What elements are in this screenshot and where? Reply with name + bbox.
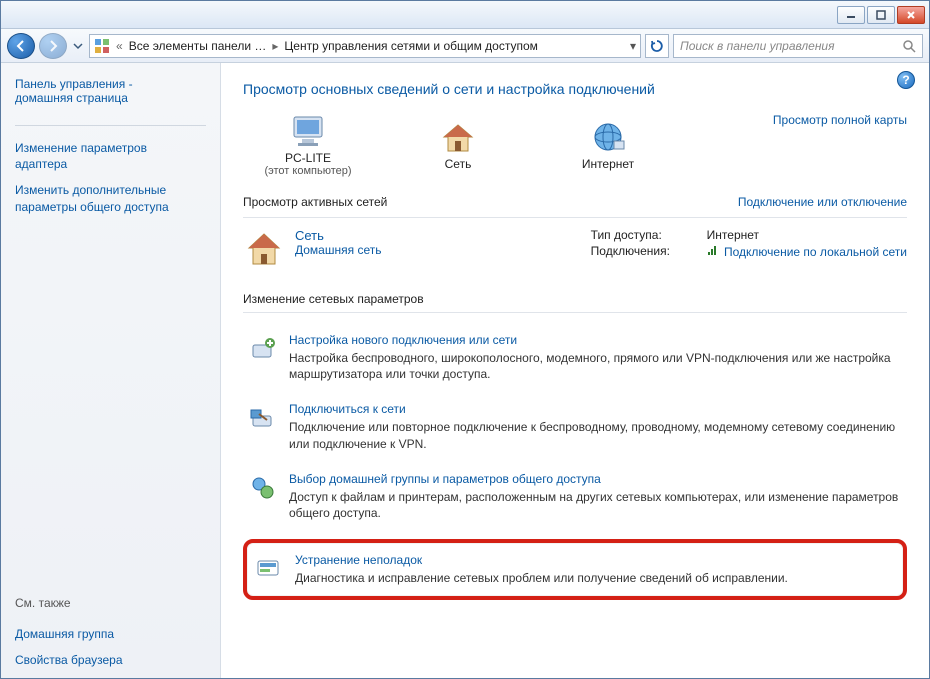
page-title: Просмотр основных сведений о сети и наст… bbox=[243, 81, 907, 97]
sidebar-link-adapter-l2: адаптера bbox=[15, 156, 206, 172]
task-homegroup[interactable]: Выбор домашней группы и параметров общег… bbox=[243, 462, 907, 531]
sidebar-link-adapter-l1: Изменение параметров bbox=[15, 140, 206, 156]
active-networks-title: Просмотр активных сетей bbox=[243, 195, 387, 209]
nav-history-dropdown[interactable] bbox=[71, 33, 85, 59]
separator2 bbox=[243, 312, 907, 313]
task-desc: Подключение или повторное подключение к … bbox=[289, 419, 901, 451]
close-button[interactable] bbox=[897, 6, 925, 24]
sidebar-seealso-title: См. также bbox=[15, 596, 206, 610]
map-pc-label: PC-LITE bbox=[285, 151, 331, 165]
help-icon[interactable]: ? bbox=[897, 71, 915, 89]
task-connect-network[interactable]: Подключиться к сети Подключение или повт… bbox=[243, 392, 907, 461]
sidebar-link-sharing[interactable]: Изменить дополнительные параметры общего… bbox=[15, 182, 206, 214]
sidebar-home-line1: Панель управления - bbox=[15, 77, 206, 91]
sidebar-home-link[interactable]: Панель управления - домашняя страница bbox=[15, 77, 206, 105]
network-house-icon bbox=[243, 228, 285, 270]
network-map: PC-LITE (этот компьютер) Сеть bbox=[243, 113, 673, 177]
sidebar-link-sharing-l1: Изменить дополнительные bbox=[15, 182, 206, 198]
search-input[interactable]: Поиск в панели управления bbox=[673, 34, 923, 58]
task-desc: Настройка беспроводного, широкополосного… bbox=[289, 350, 901, 382]
chevron-left-icon: « bbox=[116, 39, 123, 53]
content-area: ? Просмотр основных сведений о сети и на… bbox=[221, 63, 929, 678]
maximize-button[interactable] bbox=[867, 6, 895, 24]
minimize-button[interactable] bbox=[837, 6, 865, 24]
task-troubleshoot[interactable]: Устранение неполадок Диагностика и испра… bbox=[243, 539, 907, 600]
lan-icon bbox=[707, 244, 721, 256]
window-titlebar bbox=[1, 1, 929, 29]
house-icon bbox=[438, 119, 478, 155]
globe-icon bbox=[588, 119, 628, 155]
address-bar[interactable]: « Все элементы панели … ▸ Центр управлен… bbox=[89, 34, 641, 58]
map-node-network: Сеть bbox=[393, 119, 523, 171]
map-inet-label: Интернет bbox=[582, 157, 634, 171]
window-body: Панель управления - домашняя страница Из… bbox=[1, 63, 929, 678]
search-icon bbox=[902, 39, 916, 53]
connections-label: Подключения: bbox=[591, 244, 691, 259]
breadcrumb-root[interactable]: Все элементы панели … bbox=[129, 39, 267, 53]
active-network-block: Сеть Домашняя сеть Тип доступа: Интернет… bbox=[243, 228, 907, 270]
active-network-type-link[interactable]: Домашняя сеть bbox=[295, 243, 381, 257]
connect-disconnect-link[interactable]: Подключение или отключение bbox=[738, 195, 907, 209]
connect-network-icon bbox=[249, 404, 277, 432]
view-full-map-link[interactable]: Просмотр полной карты bbox=[773, 113, 907, 127]
task-desc: Доступ к файлам и принтерам, расположенн… bbox=[289, 489, 901, 521]
sidebar-separator bbox=[15, 125, 206, 126]
sidebar-link-adapter[interactable]: Изменение параметров адаптера bbox=[15, 140, 206, 172]
map-net-label: Сеть bbox=[445, 157, 472, 171]
task-title: Подключиться к сети bbox=[289, 402, 901, 416]
control-panel-window: « Все элементы панели … ▸ Центр управлен… bbox=[0, 0, 930, 679]
refresh-button[interactable] bbox=[645, 34, 669, 58]
map-pc-sub: (этот компьютер) bbox=[264, 165, 351, 177]
task-title: Настройка нового подключения или сети bbox=[289, 333, 901, 347]
troubleshoot-icon bbox=[255, 555, 283, 583]
sidebar-home-line2: домашняя страница bbox=[15, 91, 206, 105]
address-dropdown-icon[interactable]: ▾ bbox=[630, 39, 636, 53]
search-placeholder: Поиск в панели управления bbox=[680, 39, 835, 53]
homegroup-icon bbox=[249, 474, 277, 502]
navigation-bar: « Все элементы панели … ▸ Центр управлен… bbox=[1, 29, 929, 63]
active-network-name[interactable]: Сеть bbox=[295, 228, 381, 243]
map-node-pc: PC-LITE (этот компьютер) bbox=[243, 113, 373, 177]
new-connection-icon bbox=[249, 335, 277, 363]
task-list: Настройка нового подключения или сети На… bbox=[243, 323, 907, 600]
control-panel-icon bbox=[94, 38, 110, 54]
task-new-connection[interactable]: Настройка нового подключения или сети На… bbox=[243, 323, 907, 392]
sidebar-link-homegroup[interactable]: Домашняя группа bbox=[15, 626, 206, 642]
pc-icon bbox=[288, 113, 328, 149]
nav-forward-button[interactable] bbox=[39, 33, 67, 59]
access-type-value: Интернет bbox=[707, 228, 759, 242]
separator bbox=[243, 217, 907, 218]
task-title: Выбор домашней группы и параметров общег… bbox=[289, 472, 901, 486]
map-node-internet: Интернет bbox=[543, 119, 673, 171]
sidebar: Панель управления - домашняя страница Из… bbox=[1, 63, 221, 678]
breadcrumb-current[interactable]: Центр управления сетями и общим доступом bbox=[284, 39, 538, 53]
task-desc: Диагностика и исправление сетевых пробле… bbox=[295, 570, 895, 586]
task-title: Устранение неполадок bbox=[295, 553, 895, 567]
change-settings-title: Изменение сетевых параметров bbox=[243, 292, 907, 306]
nav-back-button[interactable] bbox=[7, 33, 35, 59]
sidebar-link-sharing-l2: параметры общего доступа bbox=[15, 199, 206, 215]
access-type-label: Тип доступа: bbox=[591, 228, 691, 242]
chevron-right-icon: ▸ bbox=[272, 39, 278, 53]
sidebar-link-browser[interactable]: Свойства браузера bbox=[15, 652, 206, 668]
connection-link[interactable]: Подключение по локальной сети bbox=[724, 245, 907, 259]
